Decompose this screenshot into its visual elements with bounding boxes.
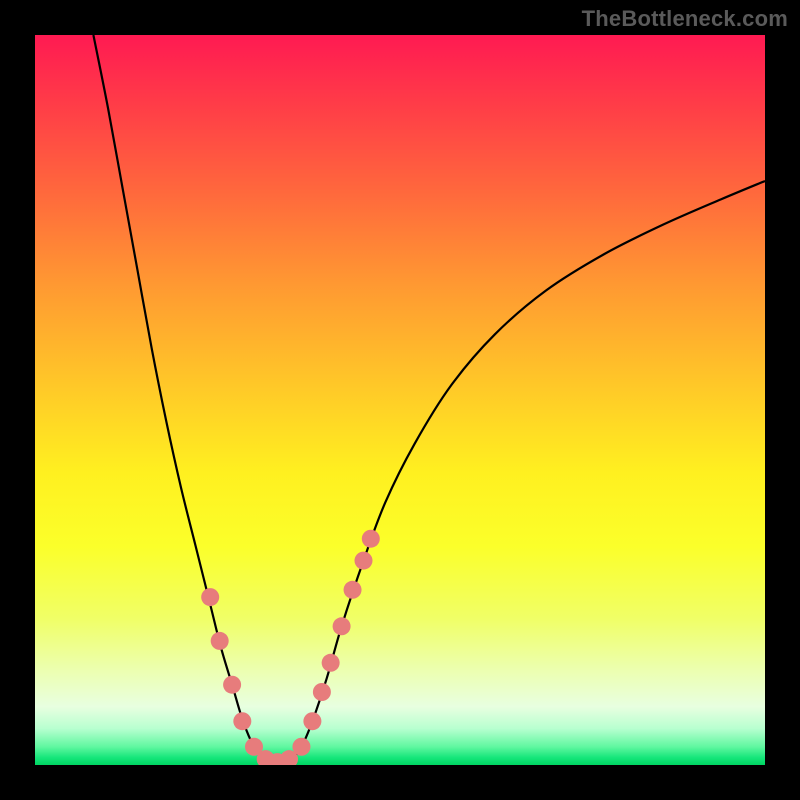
marker-dot <box>322 654 340 672</box>
plot-area <box>35 35 765 765</box>
chart-svg <box>35 35 765 765</box>
marker-dot <box>333 617 351 635</box>
marker-group <box>201 530 380 765</box>
marker-dot <box>303 712 321 730</box>
curve-right-branch <box>291 181 766 761</box>
marker-dot <box>211 632 229 650</box>
marker-dot <box>355 552 373 570</box>
marker-dot <box>344 581 362 599</box>
marker-dot <box>362 530 380 548</box>
watermark-text: TheBottleneck.com <box>582 6 788 32</box>
marker-dot <box>223 676 241 694</box>
marker-dot <box>201 588 219 606</box>
marker-dot <box>292 738 310 756</box>
marker-dot <box>233 712 251 730</box>
marker-dot <box>313 683 331 701</box>
curve-left-branch <box>93 35 265 761</box>
chart-frame: TheBottleneck.com <box>0 0 800 800</box>
